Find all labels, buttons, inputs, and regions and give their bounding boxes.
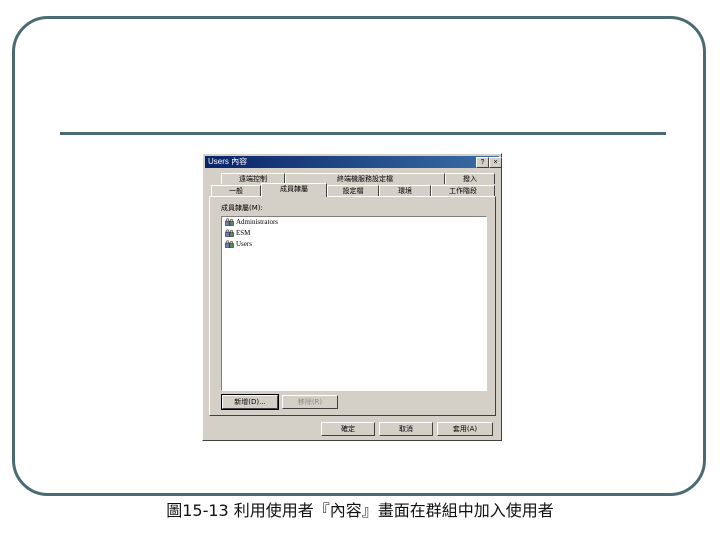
member-of-label: 成員隸屬(M): [221, 204, 263, 212]
member-name: ESM [236, 229, 251, 237]
group-icon [225, 240, 234, 249]
member-list[interactable]: Administrators ESM Users [221, 216, 487, 391]
help-button[interactable]: ? [476, 157, 489, 168]
ok-button[interactable]: 確定 [321, 422, 375, 436]
tab-member-of[interactable]: 成員隸屬 [261, 183, 327, 197]
list-item[interactable]: ESM [222, 228, 486, 239]
tab-sessions[interactable]: 工作階段 [431, 185, 495, 196]
remove-button[interactable]: 移除(R) [282, 395, 338, 409]
window-title: Users 內容 [208, 157, 248, 166]
cancel-button[interactable]: 取消 [379, 422, 433, 436]
title-bar[interactable]: Users 內容 ? × [205, 156, 502, 168]
apply-button[interactable]: 套用(A) [437, 422, 493, 436]
figure-caption: 圖15-13 利用使用者『內容』畫面在群組中加入使用者 [166, 501, 554, 520]
tab-environment[interactable]: 環境 [379, 185, 431, 196]
list-item[interactable]: Administrators [222, 217, 486, 228]
slide-divider [60, 132, 666, 135]
close-button[interactable]: × [489, 157, 502, 168]
tab-dial-in[interactable]: 撥入 [445, 173, 495, 184]
member-name: Users [236, 240, 252, 248]
tab-general[interactable]: 一般 [211, 185, 261, 196]
tab-profile[interactable]: 設定檔 [327, 185, 379, 196]
list-item[interactable]: Users [222, 239, 486, 250]
add-button[interactable]: 新增(D)... [221, 394, 279, 410]
member-name: Administrators [236, 218, 278, 226]
group-icon [225, 229, 234, 238]
properties-dialog: Users 內容 ? × 遠端控制 終端機服務設定檔 撥入 一般 成員隸屬 設定… [202, 153, 502, 441]
group-icon [225, 218, 234, 227]
